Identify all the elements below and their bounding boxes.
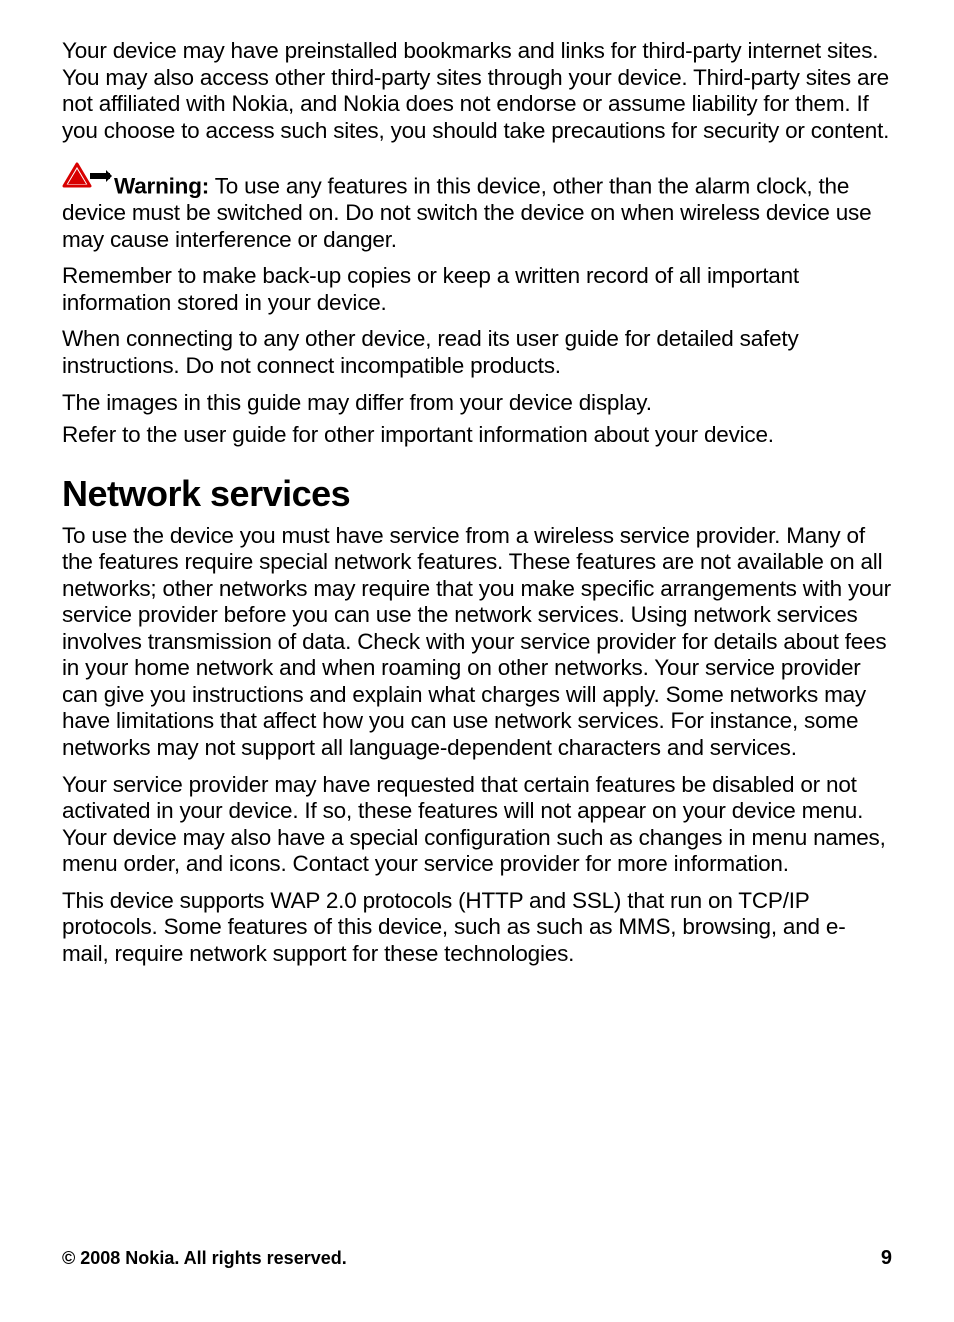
warning-paragraph: Warning: To use any features in this dev… <box>62 162 892 253</box>
copyright-text: © 2008 Nokia. All rights reserved. <box>62 1248 347 1269</box>
document-page: Your device may have preinstalled bookma… <box>0 0 954 1322</box>
body-paragraph: This device supports WAP 2.0 protocols (… <box>62 888 892 968</box>
body-paragraph: To use the device you must have service … <box>62 523 892 762</box>
body-paragraph: Your service provider may have requested… <box>62 772 892 878</box>
body-paragraph: Remember to make back-up copies or keep … <box>62 263 892 316</box>
warning-label: Warning: <box>114 174 209 199</box>
page-number: 9 <box>881 1247 892 1270</box>
section-heading: Network services <box>62 473 892 515</box>
body-paragraph: Refer to the user guide for other import… <box>62 422 892 449</box>
page-footer: © 2008 Nokia. All rights reserved. 9 <box>62 1247 892 1270</box>
body-paragraph: When connecting to any other device, rea… <box>62 326 892 379</box>
body-paragraph: Your device may have preinstalled bookma… <box>62 38 892 144</box>
body-paragraph: The images in this guide may differ from… <box>62 390 892 417</box>
warning-icon <box>62 162 112 199</box>
